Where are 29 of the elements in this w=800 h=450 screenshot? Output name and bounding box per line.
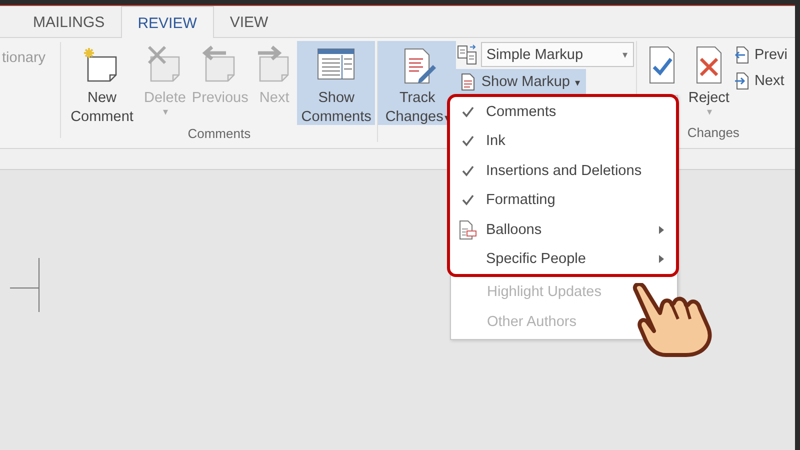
document-icon xyxy=(460,72,476,90)
menu-item[interactable]: Formatting xyxy=(450,186,676,215)
ribbon-tab[interactable]: VIEW xyxy=(214,6,284,37)
menu-item[interactable]: Balloons xyxy=(450,215,676,244)
menu-item[interactable]: Specific People xyxy=(450,244,676,274)
ribbon-tab[interactable]: REVIEW xyxy=(120,6,214,38)
markup-dropdown[interactable]: Simple Markup ▾ xyxy=(481,42,634,67)
check-icon xyxy=(462,106,474,118)
previous-change-button[interactable]: Previ xyxy=(732,44,788,66)
check-icon xyxy=(462,194,474,206)
next-change-button[interactable]: Next xyxy=(732,70,788,92)
left-arrow-document-icon xyxy=(734,46,750,64)
compare-documents-icon xyxy=(456,44,478,66)
show-button[interactable]: Show Comments xyxy=(297,41,376,125)
reject-button[interactable]: Reject ▾ xyxy=(685,41,732,123)
submenu-arrow-icon xyxy=(659,226,664,234)
menu-item[interactable]: Insertions and Deletions xyxy=(450,156,676,186)
show-markup-button[interactable]: Show Markup ▾ xyxy=(456,69,586,94)
submenu-arrow-icon xyxy=(659,255,664,264)
page-corner-mark xyxy=(10,258,42,312)
group-label: Comments xyxy=(188,126,251,141)
group-label: Changes xyxy=(687,124,740,140)
new-button[interactable]: New Comment xyxy=(63,41,141,125)
check-icon xyxy=(462,164,474,177)
check-icon xyxy=(462,135,474,148)
ribbon-tab[interactable]: MAILINGS xyxy=(17,6,121,37)
right-arrow-document-icon xyxy=(734,72,750,90)
menu-item[interactable]: Ink xyxy=(450,126,676,156)
balloon-document-icon xyxy=(459,220,477,240)
